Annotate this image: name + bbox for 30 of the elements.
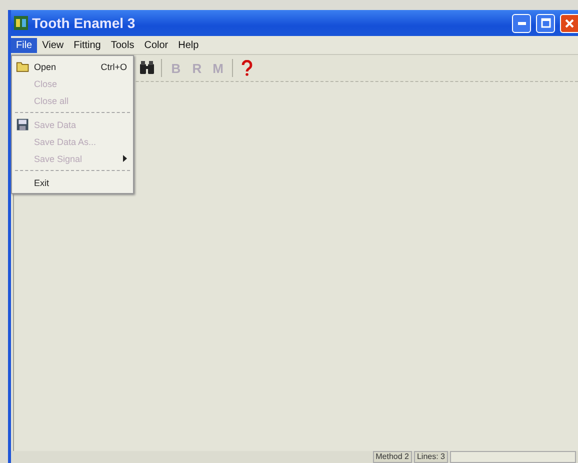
menu-item[interactable]: View: [37, 38, 69, 52]
app-icon: [14, 16, 28, 30]
menu-item[interactable]: Fitting: [68, 38, 106, 52]
menu-option-label: Save Data As...: [34, 136, 98, 146]
menu-item[interactable]: File: [11, 38, 38, 52]
close-button[interactable]: [560, 14, 578, 32]
status-panel: Method 2: [372, 451, 412, 463]
menu-option-label: Save Data: [34, 120, 78, 130]
folder-icon: [16, 60, 30, 74]
menu-item[interactable]: Color: [139, 38, 174, 52]
close-icon: [565, 18, 574, 28]
menu-option-label: Close: [34, 78, 58, 88]
minimize-button[interactable]: [512, 14, 531, 32]
maximize-button[interactable]: [536, 14, 555, 32]
menu-option-label: Open: [34, 62, 58, 72]
menu-option-label: Save Signal: [34, 154, 84, 164]
window-title: Tooth Enamel 3: [32, 15, 136, 31]
binoculars-icon: [139, 60, 155, 76]
menu-item[interactable]: Tools: [106, 38, 140, 52]
minimize-icon: [518, 22, 526, 24]
menu-option-label: Exit: [34, 178, 50, 188]
menu-option-label: Close all: [34, 96, 70, 106]
status-panel: Lines: 3: [414, 451, 448, 463]
help-icon: [239, 60, 255, 76]
shortcut-label: Ctrl+O: [100, 62, 127, 72]
maximize-icon: [540, 18, 550, 28]
menu-option[interactable]: Open Ctrl+O: [12, 58, 133, 75]
menu-item[interactable]: Help: [173, 38, 204, 52]
toolbar-button[interactable]: [138, 59, 156, 77]
menu-option[interactable]: Exit: [12, 174, 133, 191]
